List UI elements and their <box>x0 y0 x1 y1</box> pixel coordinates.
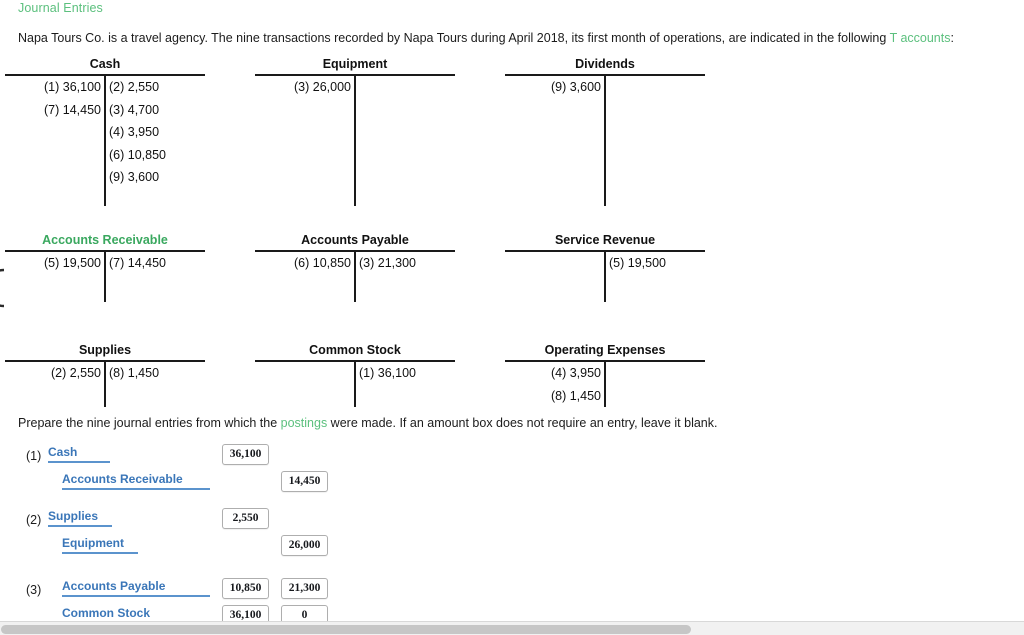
t-account-body: (6) 10,850 (3) 21,300 <box>255 252 455 302</box>
t-account-credit-cell: (3) 21,300 <box>359 256 416 270</box>
t-account-debit-cell: (3) 26,000 <box>294 80 351 94</box>
debit-amount-input[interactable]: 2,550 <box>222 508 269 529</box>
t-account: Accounts Receivable (5) 19,500 (7) 14,450 <box>5 233 205 302</box>
prompt-text-before: Prepare the nine journal entries from wh… <box>18 416 281 430</box>
t-account-vertical-rule <box>354 252 356 302</box>
t-account-debit-cell: (7) 14,450 <box>44 102 101 117</box>
credit-amount-input[interactable]: 14,450 <box>281 471 328 492</box>
journal-entries-page: Journal Entries Napa Tours Co. is a trav… <box>0 0 1024 635</box>
t-account-body: (5) 19,500 <box>505 252 705 302</box>
t-account: Common Stock (1) 36,100 <box>255 343 455 407</box>
t-account-body: (9) 3,600 <box>505 76 705 206</box>
t-account-body: (1) 36,100 (2) 2,550 (7) 14,450 (3) 4,700 (4… <box>5 76 205 206</box>
t-account-credit-cell: (7) 14,450 <box>109 256 166 270</box>
entry-number: (1) <box>26 449 42 463</box>
t-account-debit-cell: (1) 36,100 <box>44 80 101 94</box>
t-account: Operating Expenses (4) 3,950 (8) 1,450 <box>505 343 705 407</box>
t-account-debit-cell: (4) 3,950 <box>550 366 601 380</box>
t-account-title: Dividends <box>575 57 635 71</box>
entry-number: (3) <box>26 583 42 597</box>
t-account-body: (5) 19,500 (7) 14,450 <box>5 252 205 302</box>
t-account-body: (4) 3,950 (8) 1,450 <box>505 362 705 407</box>
t-account: Supplies (2) 2,550 (8) 1,450 <box>5 343 205 407</box>
intro-paragraph: Napa Tours Co. is a travel agency. The n… <box>18 31 954 45</box>
intro-text-after: : <box>950 31 954 45</box>
prompt-text-after: were made. If an amount box does not req… <box>327 416 718 430</box>
t-account-title: Accounts Payable <box>301 233 409 247</box>
credit-amount-input[interactable]: 26,000 <box>281 535 328 556</box>
t-account-vertical-rule <box>604 252 606 302</box>
t-account-debit-cell: (8) 1,450 <box>550 388 601 403</box>
instructions-paragraph: Prepare the nine journal entries from wh… <box>18 416 717 430</box>
t-account-credit-cell: (9) 3,600 <box>109 170 160 185</box>
t-accounts-link[interactable]: T accounts <box>890 31 951 45</box>
account-select-accounts-receivable[interactable]: Accounts Receivable <box>62 473 210 490</box>
journal-entry-row: (2) Supplies 2,550 Equipment 26,000 <box>0 508 1024 570</box>
t-account-credit-cell: (4) 3,950 <box>109 125 160 140</box>
t-account-vertical-rule <box>104 252 106 302</box>
t-account-vertical-rule <box>354 76 356 206</box>
t-account-body: (1) 36,100 <box>255 362 455 407</box>
t-account: Cash (1) 36,100 (2) 2,550 (7) 14,450 (3) 4,7… <box>5 57 205 206</box>
account-select-cash[interactable]: Cash <box>48 446 110 463</box>
scrollbar-thumb[interactable] <box>1 625 691 634</box>
t-account-title: Supplies <box>78 343 132 357</box>
t-account-debit-cell: (6) 10,850 <box>294 256 351 270</box>
debit-amount-input[interactable]: 10,850 <box>222 578 269 599</box>
t-account-vertical-rule <box>604 76 606 206</box>
page-title: Journal Entries <box>18 1 103 15</box>
account-select-supplies[interactable]: Supplies <box>48 510 113 527</box>
t-account-title: Service Revenue <box>554 233 656 247</box>
horizontal-scrollbar[interactable] <box>0 621 1024 635</box>
t-account-credit-cell: (5) 19,500 <box>609 256 666 270</box>
t-account: Equipment (3) 26,000 <box>255 57 455 206</box>
t-account-body: (2) 2,550 (8) 1,450 <box>5 362 205 407</box>
t-account-vertical-rule <box>354 362 356 407</box>
t-account-body: (3) 26,000 <box>255 76 455 206</box>
t-account: Dividends (9) 3,600 <box>505 57 705 206</box>
t-account-debit-cell: (9) 3,600 <box>550 80 601 94</box>
t-account-title: Operating Expenses <box>544 343 666 357</box>
debit-amount-input[interactable]: 36,100 <box>222 444 269 465</box>
t-account: Accounts Payable (6) 10,850 (3) 21,300 <box>255 233 455 302</box>
entry-number: (2) <box>26 513 42 527</box>
account-select-equipment[interactable]: Equipment <box>62 537 138 554</box>
t-account-credit-cell: (3) 4,700 <box>109 102 160 117</box>
t-account: Service Revenue (5) 19,500 <box>505 233 705 302</box>
t-account-credit-cell: (8) 1,450 <box>109 366 160 380</box>
t-account-vertical-rule <box>104 362 106 407</box>
t-account-title: Accounts Receivable <box>42 233 168 247</box>
intro-text-before: Napa Tours Co. is a travel agency. The n… <box>18 31 890 45</box>
t-account-title: Equipment <box>322 57 388 71</box>
t-account-vertical-rule <box>104 76 106 206</box>
t-account-vertical-rule <box>604 362 606 407</box>
t-account-credit-cell: (1) 36,100 <box>359 366 416 380</box>
t-account-debit-cell: (2) 2,550 <box>50 366 101 380</box>
t-account-credit-cell: (2) 2,550 <box>109 80 160 94</box>
journal-entry-row: (1) Cash 36,100 Accounts Receivable 14,450 <box>0 444 1024 506</box>
postings-link[interactable]: postings <box>281 416 328 430</box>
credit-amount-input[interactable]: 21,300 <box>281 578 328 599</box>
t-account-title: Common Stock <box>309 343 401 357</box>
t-account-credit-cell: (6) 10,850 <box>109 147 166 162</box>
account-select-accounts-payable[interactable]: Accounts Payable <box>62 580 210 597</box>
t-account-title: Cash <box>89 57 121 71</box>
t-account-debit-cell: (5) 19,500 <box>44 256 101 270</box>
